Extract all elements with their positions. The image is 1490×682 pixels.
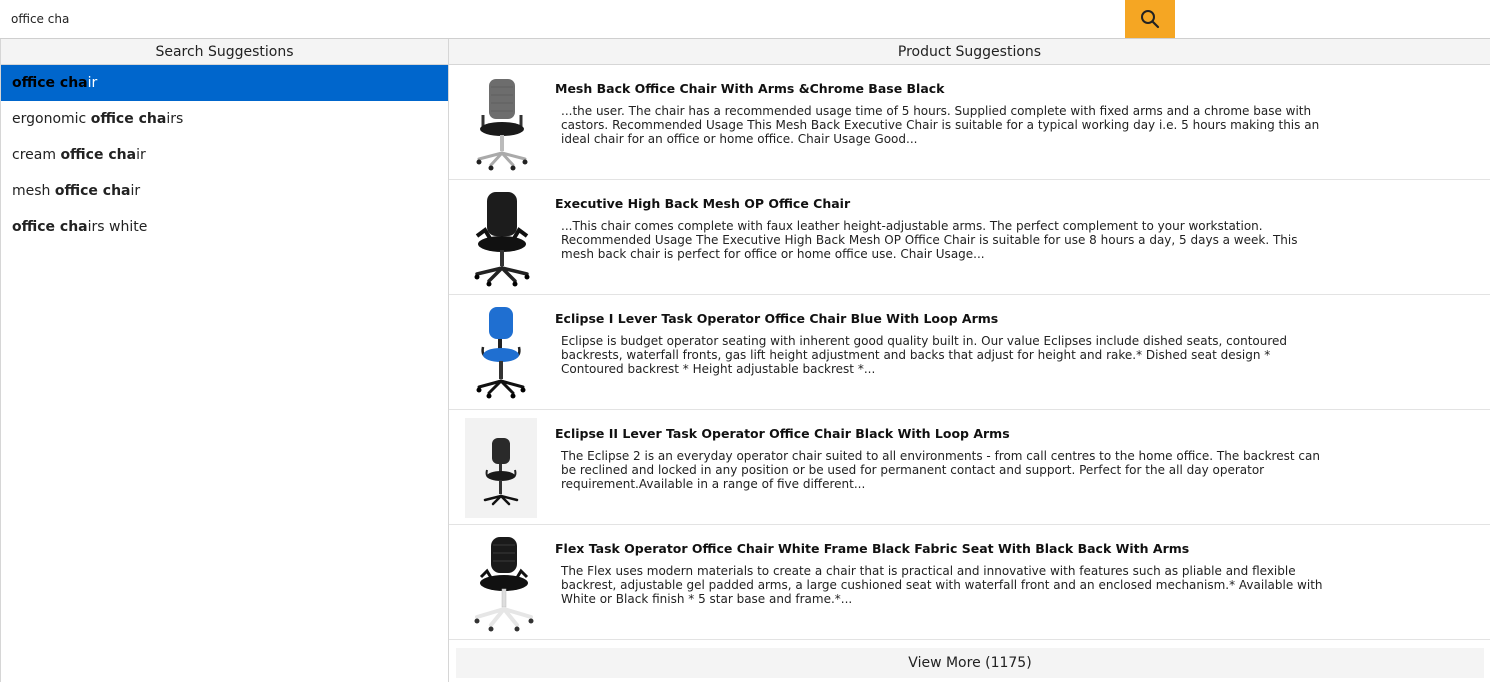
mesh-grey-chair-icon bbox=[476, 79, 528, 171]
search-input[interactable] bbox=[0, 0, 1124, 38]
suggestions-dropdown: Search Suggestions office chair ergonomi… bbox=[0, 38, 1490, 682]
blue-task-chair-icon bbox=[476, 307, 526, 399]
search-suggestions-header: Search Suggestions bbox=[1, 39, 448, 65]
suggestion-item[interactable]: office chair bbox=[1, 65, 448, 101]
black-mesh-chair-icon bbox=[474, 192, 530, 287]
product-item[interactable]: Mesh Back Office Chair With Arms &Chrome… bbox=[449, 65, 1490, 180]
product-title[interactable]: Eclipse II Lever Task Operator Office Ch… bbox=[555, 426, 1010, 441]
product-item[interactable]: Eclipse II Lever Task Operator Office Ch… bbox=[449, 410, 1490, 525]
flex-white-chair-icon bbox=[474, 537, 534, 632]
product-description: The Flex uses modern materials to create… bbox=[561, 564, 1323, 606]
search-button[interactable] bbox=[1125, 0, 1175, 38]
product-title[interactable]: Eclipse I Lever Task Operator Office Cha… bbox=[555, 311, 998, 326]
suggestion-item[interactable]: cream office chair bbox=[1, 137, 448, 173]
product-item[interactable]: Executive High Back Mesh OP Office Chair… bbox=[449, 180, 1490, 295]
product-image bbox=[465, 418, 537, 518]
product-description: The Eclipse 2 is an everyday operator ch… bbox=[561, 449, 1320, 491]
product-image bbox=[465, 303, 537, 403]
suggestion-item[interactable]: ergonomic office chairs bbox=[1, 101, 448, 137]
search-icon bbox=[1141, 10, 1160, 29]
view-more-button[interactable]: View More (1175) bbox=[456, 648, 1484, 678]
product-description: ...the user. The chair has a recommended… bbox=[561, 104, 1320, 146]
product-title[interactable]: Executive High Back Mesh OP Office Chair bbox=[555, 196, 850, 211]
product-image bbox=[465, 188, 537, 288]
product-description: Eclipse is budget operator seating with … bbox=[561, 334, 1288, 376]
product-title[interactable]: Flex Task Operator Office Chair White Fr… bbox=[555, 541, 1189, 556]
product-title[interactable]: Mesh Back Office Chair With Arms &Chrome… bbox=[555, 81, 945, 96]
product-description: ...This chair comes complete with faux l… bbox=[561, 219, 1298, 261]
product-suggestions-panel: Product Suggestions Mesh Back Office Cha… bbox=[449, 39, 1490, 682]
product-item[interactable]: Flex Task Operator Office Chair White Fr… bbox=[449, 525, 1490, 640]
product-item[interactable]: Eclipse I Lever Task Operator Office Cha… bbox=[449, 295, 1490, 410]
product-image bbox=[463, 533, 545, 633]
product-suggestions-header: Product Suggestions bbox=[449, 39, 1490, 65]
black-task-chair-icon bbox=[483, 438, 519, 506]
search-bar bbox=[0, 0, 1490, 38]
suggestion-item[interactable]: mesh office chair bbox=[1, 173, 448, 209]
product-image bbox=[465, 73, 537, 173]
suggestion-item[interactable]: office chairs white bbox=[1, 209, 448, 245]
search-suggestions-panel: Search Suggestions office chair ergonomi… bbox=[0, 39, 449, 682]
